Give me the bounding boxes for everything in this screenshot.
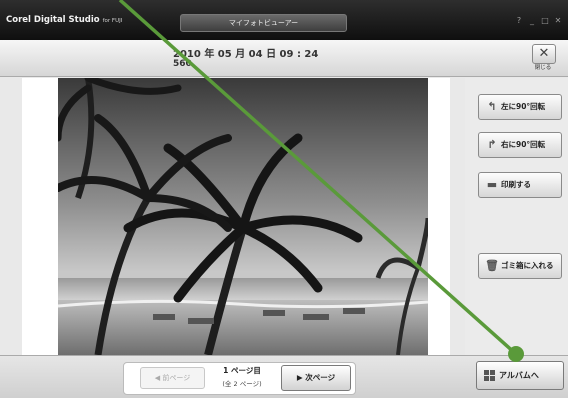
trash-icon: 🗑	[485, 259, 499, 272]
rotate-right-icon: ↱	[487, 138, 497, 151]
photo-file-number: 560	[173, 59, 192, 69]
photo-datetime: 2010 年 05 月 04 日 09 : 24	[173, 49, 319, 60]
rotate-left-label: 左に90°回転	[501, 102, 546, 111]
rotate-right-label: 右に90°回転	[501, 140, 546, 149]
trash-label: ゴミ箱に入れる	[501, 261, 554, 270]
album-button[interactable]: アルバムへ	[476, 361, 564, 390]
close-label: 閉じる	[534, 65, 552, 71]
help-icon[interactable]: ?	[514, 16, 524, 26]
window-close-icon[interactable]: ✕	[553, 16, 563, 26]
close-button[interactable]: ✕	[532, 44, 556, 64]
rotate-left-icon: ↰	[487, 100, 497, 113]
photo-viewer-window: Corel Digital Studio for FUJI マイフォトビューアー…	[0, 0, 568, 398]
rotate-left-button[interactable]: ↰ 左に90°回転	[478, 94, 562, 120]
title-bar: Corel Digital Studio for FUJI マイフォトビューアー…	[0, 0, 568, 40]
window-title: マイフォトビューアー	[180, 14, 347, 32]
photo-image	[58, 78, 428, 355]
app-brand: Corel Digital Studio for FUJI	[6, 15, 122, 25]
grid-icon	[484, 370, 495, 381]
action-panel	[465, 78, 568, 358]
page-indicator: 1 ページ目	[223, 366, 261, 375]
brand-main: Corel Digital Studio	[6, 15, 100, 25]
info-bar: 2010 年 05 月 04 日 09 : 24 560	[0, 40, 568, 77]
print-label: 印刷する	[501, 180, 531, 189]
prev-page-button[interactable]: ◀ 前ページ	[140, 367, 205, 389]
minimize-icon[interactable]: _	[527, 16, 537, 26]
maximize-icon[interactable]: □	[540, 16, 550, 26]
rotate-right-button[interactable]: ↱ 右に90°回転	[478, 132, 562, 158]
next-page-button[interactable]: ▶ 次ページ	[281, 365, 351, 391]
print-button[interactable]: ▬ 印刷する	[478, 172, 562, 198]
brand-sub: for FUJI	[102, 18, 123, 24]
page-total: (全 2 ページ)	[222, 380, 262, 388]
album-label: アルバムへ	[499, 371, 539, 380]
printer-icon: ▬	[486, 178, 498, 191]
trash-button[interactable]: 🗑 ゴミ箱に入れる	[478, 253, 562, 279]
